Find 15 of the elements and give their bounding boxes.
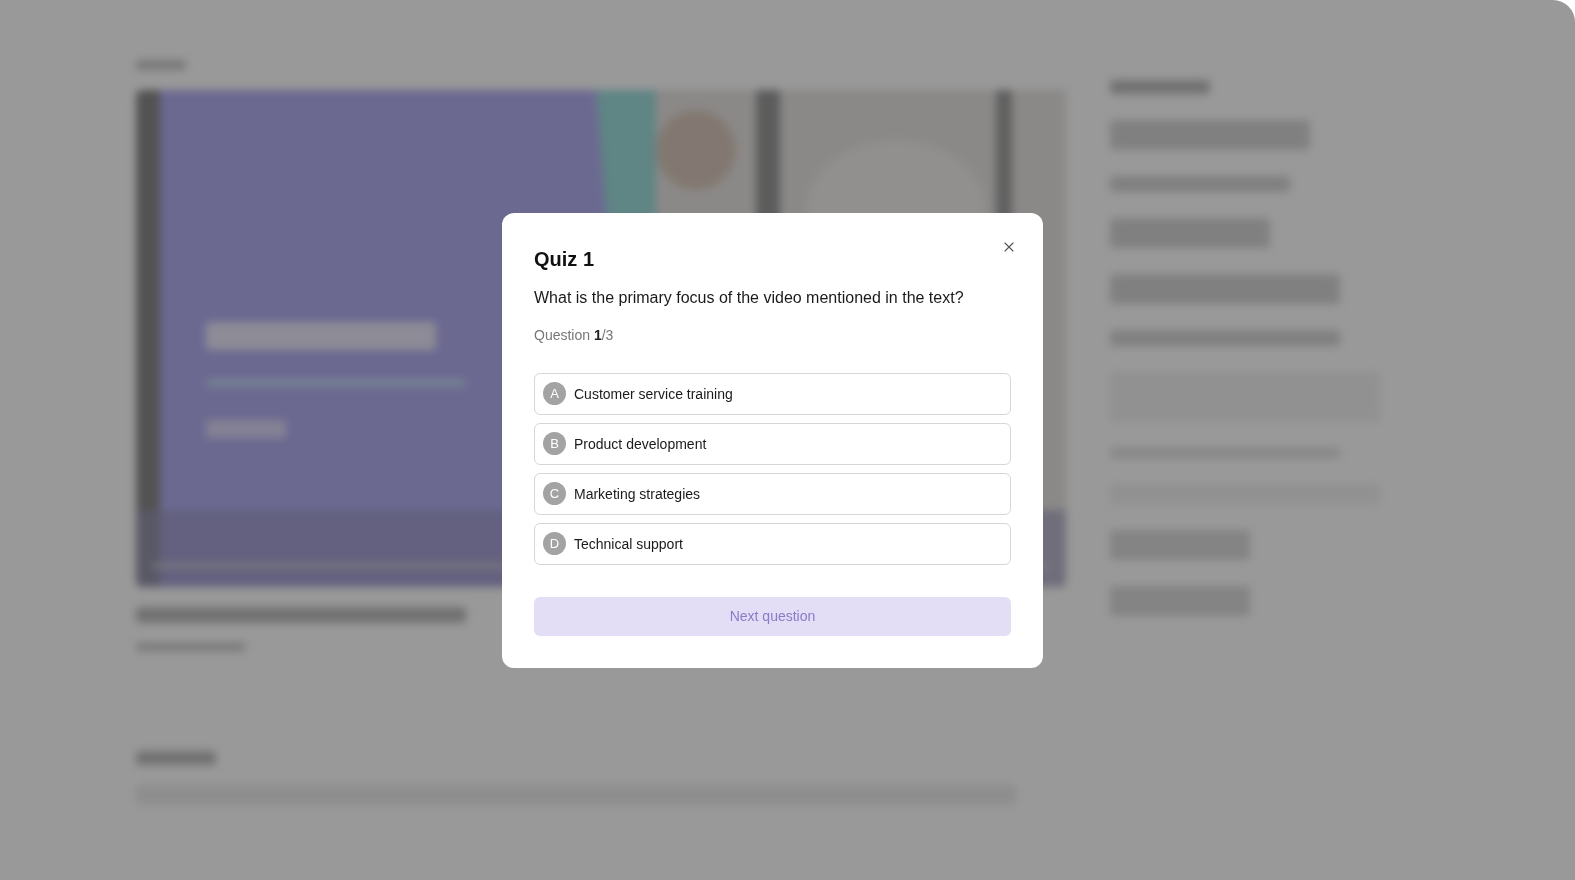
question-text: What is the primary focus of the video mentioned in the text?	[534, 288, 965, 307]
option-letter: D	[543, 532, 566, 555]
question-counter: Question 1/3	[534, 326, 615, 343]
option-text: Marketing strategies	[574, 485, 701, 502]
option-letter: C	[543, 482, 566, 505]
option-letter: A	[543, 382, 566, 405]
option-text: Product development	[574, 435, 707, 452]
option-letter: B	[543, 432, 566, 455]
option-text: Technical support	[574, 535, 683, 552]
answer-option[interactable]: A Customer service training	[534, 372, 1011, 415]
answer-option[interactable]: C Marketing strategies	[534, 472, 1011, 515]
answer-option[interactable]: B Product development	[534, 422, 1011, 465]
dialog-title: Quiz 1	[534, 247, 595, 271]
answer-option[interactable]: D Technical support	[534, 522, 1011, 565]
option-text: Customer service training	[574, 385, 733, 402]
